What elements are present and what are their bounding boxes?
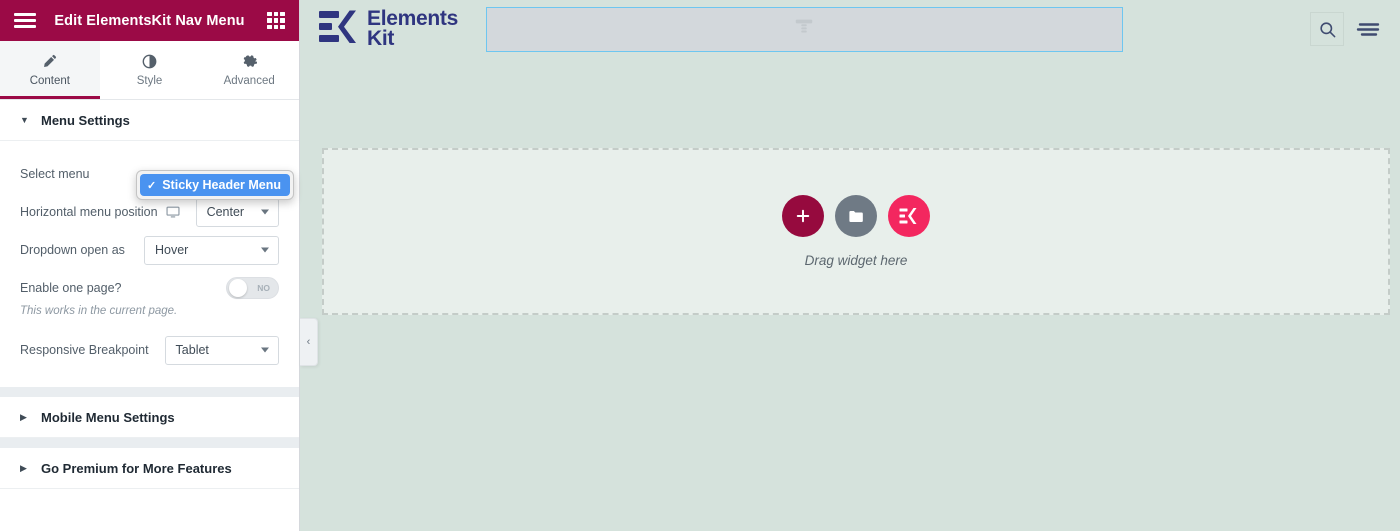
row-enable-one-page: Enable one page? NO [20,269,279,307]
chevron-right-icon: ▶ [20,411,27,422]
widget-dropzone[interactable]: Drag widget here [322,148,1390,315]
toggle-state-label: NO [257,283,270,293]
dropdown-open-as-select[interactable]: Hover [144,235,279,265]
horizontal-position-label: Horizontal menu position [20,205,158,219]
add-section-button[interactable] [782,195,824,237]
tab-content[interactable]: Content [0,41,100,99]
dropzone-label: Drag widget here [804,253,908,268]
dropzone-buttons [782,195,930,237]
one-page-hint: This works in the current page. [20,305,178,317]
responsive-breakpoint-value: Tablet [175,343,209,357]
horizontal-position-value: Center [206,205,245,219]
select-menu-label: Select menu [20,167,90,181]
pencil-icon [42,54,57,70]
site-logo[interactable]: Elements Kit [318,7,458,52]
enable-one-page-toggle[interactable]: NO [226,277,279,299]
section-mobile-menu-settings-label: Mobile Menu Settings [41,409,175,425]
nav-menu-widget-icon [793,16,815,43]
section-mobile-menu-settings[interactable]: ▶ Mobile Menu Settings [0,397,299,438]
elementskit-widgets-button[interactable] [888,195,930,237]
page-title: Edit ElementsKit Nav Menu [54,12,245,29]
panel-tabs: Content Style Advanced [0,41,300,99]
enable-one-page-label: Enable one page? [20,281,122,295]
chevron-right-icon: ▶ [20,462,27,473]
dropdown-open-as-value: Hover [155,243,189,257]
panel-collapse-handle[interactable]: ‹ [300,318,318,366]
chevron-down-icon [261,209,269,215]
responsive-breakpoint-select[interactable]: Tablet [164,335,279,365]
editor-panel: Edit ElementsKit Nav Menu Content Style … [0,0,300,531]
desktop-monitor-icon[interactable] [166,205,180,219]
tab-style[interactable]: Style [99,41,200,99]
toggle-knob [229,279,247,297]
tab-content-label: Content [29,74,70,87]
dropdown-open-as-label: Dropdown open as [20,243,125,257]
chevron-down-icon: ▼ [20,115,29,125]
elementor-editor: Edit ElementsKit Nav Menu Content Style … [0,0,1400,531]
hamburger-menu-icon[interactable] [1352,12,1386,46]
section-go-premium-label: Go Premium for More Features [41,460,232,476]
logo-line-1: Elements [367,7,458,30]
header-actions [1310,12,1386,46]
section-menu-settings[interactable]: ▼ Menu Settings [0,100,299,141]
panel-header: Edit ElementsKit Nav Menu [0,0,299,41]
section-divider [0,387,299,397]
section-divider [0,438,299,448]
nav-menu-widget-placeholder[interactable] [485,6,1123,52]
template-library-button[interactable] [835,195,877,237]
elementskit-logo-icon [318,7,360,52]
site-logo-text: Elements Kit [367,7,458,50]
chevron-down-icon [261,247,269,253]
site-header: Elements Kit [300,0,1400,58]
row-responsive-breakpoint: Responsive Breakpoint Tablet [20,331,279,369]
editor-canvas: Elements Kit Drag widget here [300,0,1400,531]
section-go-premium[interactable]: ▶ Go Premium for More Features [0,448,299,489]
tab-style-label: Style [136,74,163,87]
grid-icon[interactable] [267,11,285,30]
section-menu-settings-label: Menu Settings [41,112,130,128]
contrast-icon [142,54,157,70]
logo-line-2: Kit [367,27,395,50]
responsive-breakpoint-label: Responsive Breakpoint [20,343,149,357]
tab-advanced-label: Advanced [223,74,275,87]
chevron-down-icon [261,347,269,353]
horizontal-position-select[interactable]: Center [195,197,279,227]
gear-icon [242,54,257,70]
select-menu-dropdown[interactable]: ✓ Sticky Header Menu [136,170,294,200]
search-icon[interactable] [1310,12,1344,46]
tab-advanced[interactable]: Advanced [199,41,300,99]
row-dropdown-open-as: Dropdown open as Hover [20,231,279,269]
dropdown-option-label: Sticky Header Menu [162,178,282,192]
dropdown-option-selected[interactable]: ✓ Sticky Header Menu [140,174,290,196]
check-icon: ✓ [147,179,157,192]
